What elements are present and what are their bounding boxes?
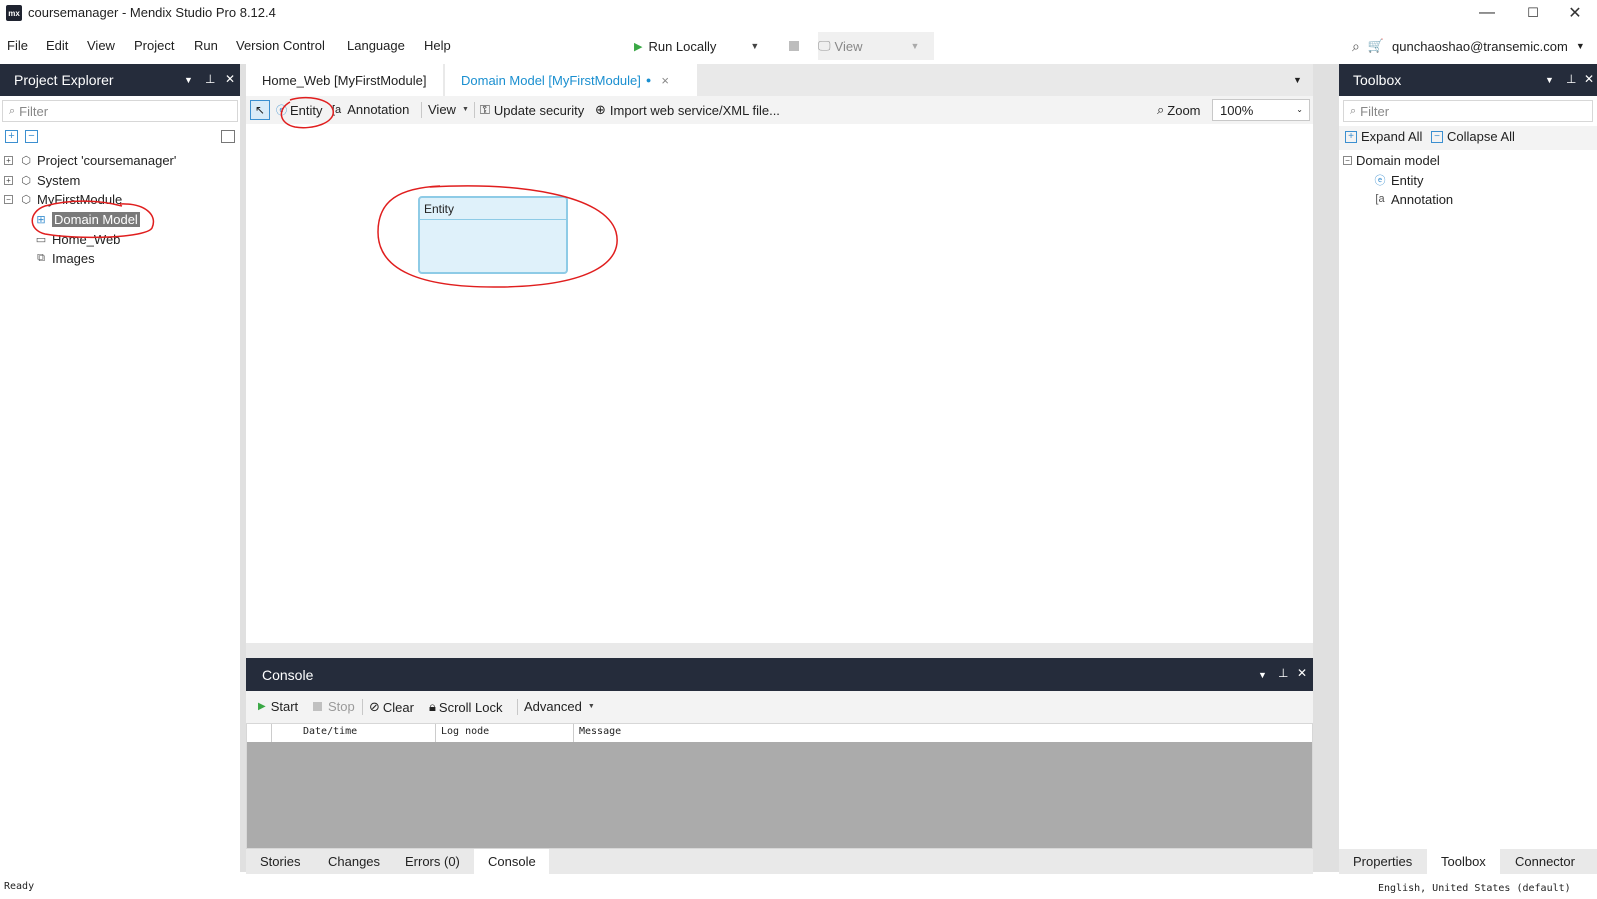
highlight-loop-entity-tool — [280, 97, 334, 129]
highlight-loop-domain-model — [31, 200, 155, 239]
highlight-loop-entity-box — [377, 185, 618, 288]
annotation-overlay — [31, 97, 618, 288]
